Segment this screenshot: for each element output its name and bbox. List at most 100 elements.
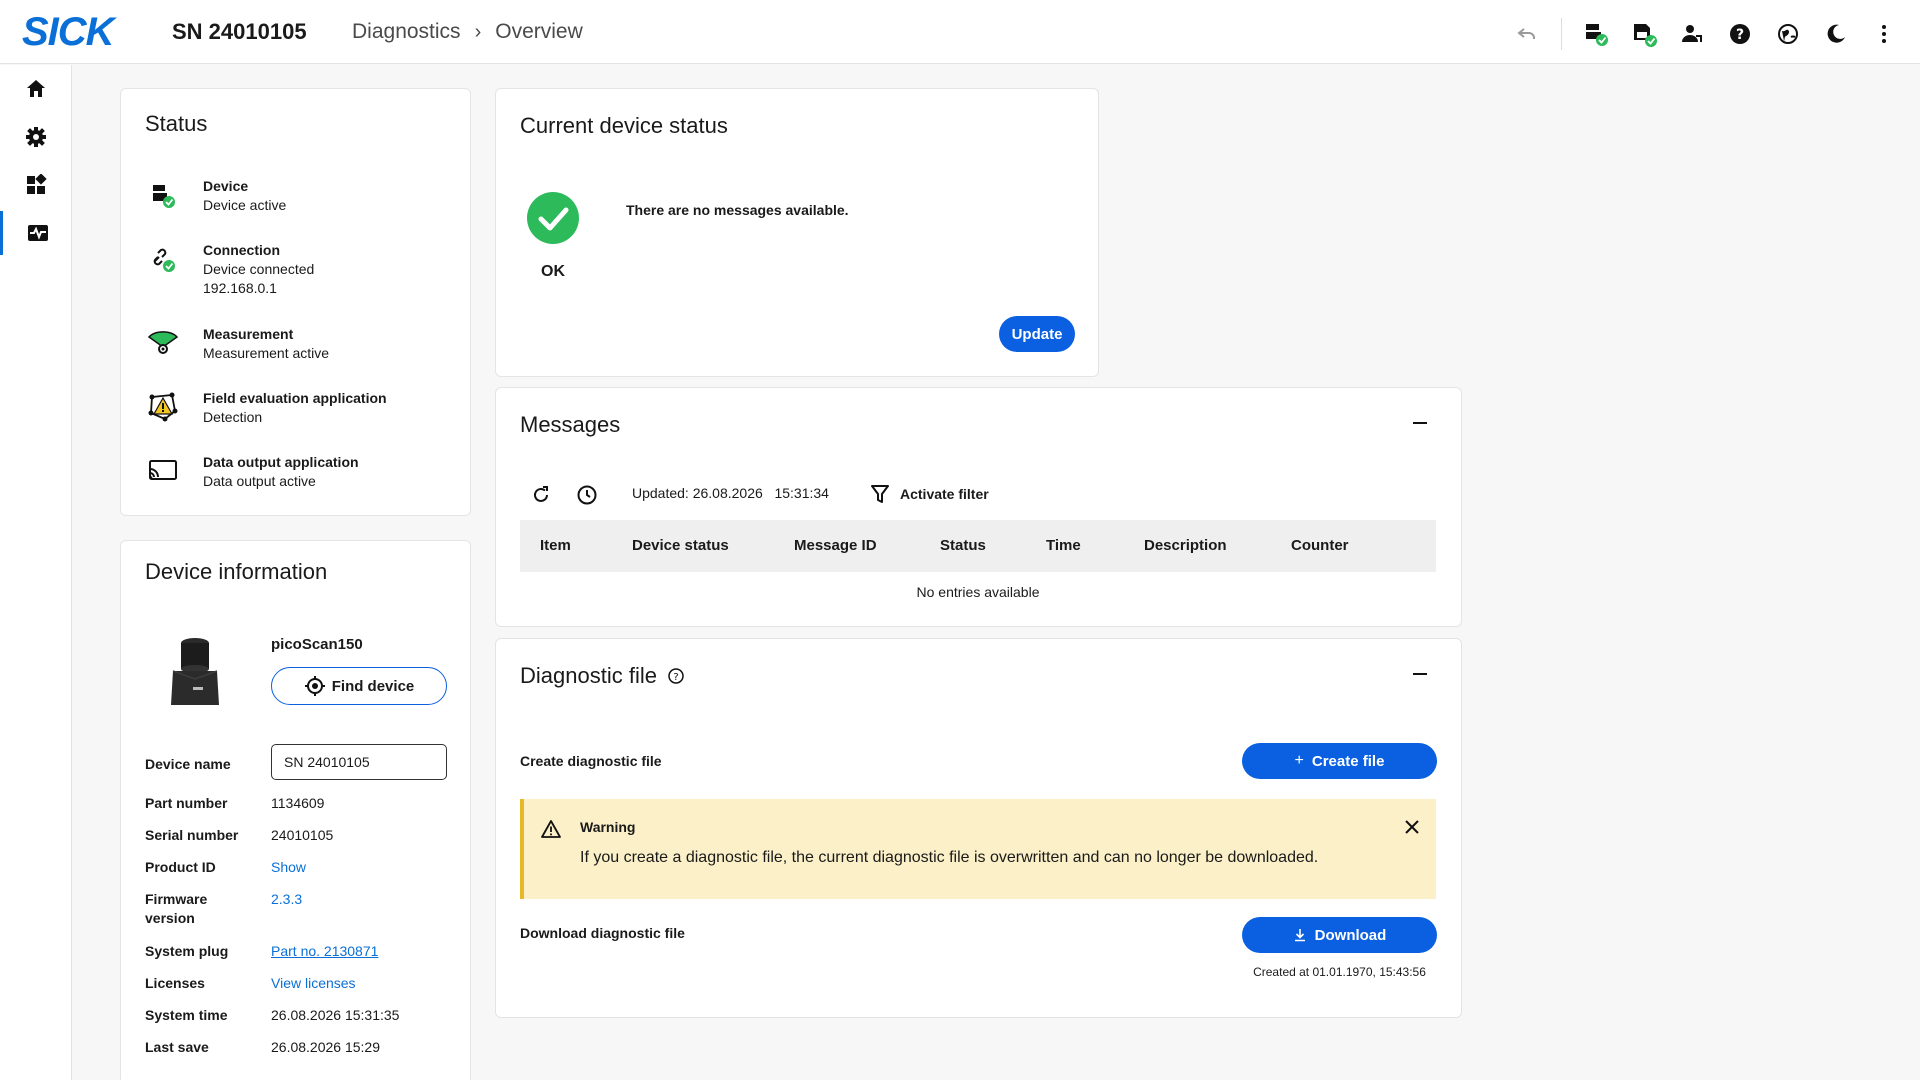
- warning-text: If you create a diagnostic file, the cur…: [580, 849, 1319, 866]
- collapse-diagnostic-file-icon[interactable]: [1413, 673, 1427, 675]
- device-serial-title: SN 24010105: [172, 19, 307, 44]
- filter-icon: [871, 485, 889, 503]
- last-save-value: 26.08.2026 15:29: [271, 1039, 380, 1055]
- serial-number-label: Serial number: [145, 827, 239, 843]
- diagnostics-icon: [27, 225, 48, 241]
- help-icon[interactable]: ?: [1726, 20, 1754, 48]
- device-name-label: Device name: [145, 756, 231, 772]
- status-device: Device Device active: [145, 177, 286, 215]
- current-status-card: Current device status OK There are no me…: [495, 88, 1099, 377]
- current-status-title: Current device status: [520, 113, 728, 138]
- status-data-output: Data output application Data output acti…: [145, 453, 359, 491]
- status-field-evaluation-line: Detection: [203, 409, 263, 425]
- locate-icon: [304, 676, 325, 696]
- plus-icon: +: [1294, 752, 1304, 769]
- status-measurement-line: Measurement active: [203, 345, 330, 361]
- status-data-output-title: Data output application: [203, 454, 359, 470]
- sidebar-item-apps[interactable]: [0, 163, 72, 207]
- close-icon[interactable]: [1402, 817, 1422, 837]
- view-licenses-link[interactable]: View licenses: [271, 974, 356, 993]
- diagnostic-file-card: Diagnostic file ? Create diagnostic file…: [495, 638, 1462, 1018]
- clock-icon[interactable]: [576, 484, 598, 506]
- chevron-right-icon: ›: [474, 20, 482, 43]
- device-name-input[interactable]: [271, 744, 447, 780]
- status-measurement: Measurement Measurement active: [145, 325, 329, 363]
- part-number-value: 1134609: [271, 795, 325, 811]
- licenses-label: Licenses: [145, 975, 205, 991]
- device-icon: [145, 177, 181, 213]
- update-button-label: Update: [1011, 325, 1063, 343]
- create-diagnostic-file-label: Create diagnostic file: [520, 753, 662, 769]
- collapse-messages-icon[interactable]: [1413, 422, 1427, 424]
- help-circle-icon[interactable]: ?: [667, 667, 685, 685]
- sidebar-item-home[interactable]: [0, 67, 72, 111]
- product-id-label: Product ID: [145, 859, 216, 875]
- download-label: Download: [1314, 926, 1387, 944]
- breadcrumb-diagnostics[interactable]: Diagnostics: [352, 20, 461, 44]
- create-file-button[interactable]: + Create file: [1242, 743, 1437, 779]
- svg-text:?: ?: [673, 672, 678, 683]
- col-status[interactable]: Status: [940, 537, 986, 554]
- more-vertical-icon[interactable]: [1870, 20, 1898, 48]
- create-file-label: Create file: [1311, 752, 1385, 770]
- app-header: SICK SN 24010105 Diagnostics › Overview …: [0, 0, 1920, 64]
- part-number-label: Part number: [145, 795, 228, 811]
- sidebar-item-diagnostics[interactable]: [0, 211, 72, 255]
- device-info-card: Device information picoScan150 Find devi…: [120, 540, 471, 1080]
- col-counter[interactable]: Counter: [1291, 537, 1349, 554]
- diagnostic-file-header: Diagnostic file ?: [520, 663, 685, 689]
- dark-mode-icon[interactable]: [1822, 20, 1850, 48]
- col-message-id[interactable]: Message ID: [794, 537, 877, 554]
- sidebar: [0, 65, 72, 1080]
- created-at-text: Created at 01.01.1970, 15:43:56: [1253, 965, 1426, 979]
- device-info-title: Device information: [145, 559, 328, 584]
- serial-number-value: 24010105: [271, 827, 334, 843]
- device-status-icon[interactable]: [1582, 20, 1610, 48]
- download-button[interactable]: Download: [1242, 917, 1437, 953]
- col-time[interactable]: Time: [1046, 537, 1081, 554]
- breadcrumb: Diagnostics › Overview: [352, 20, 583, 44]
- sick-logo[interactable]: SICK: [22, 10, 115, 55]
- status-device-title: Device: [203, 178, 249, 194]
- col-description[interactable]: Description: [1144, 537, 1227, 554]
- ok-check-icon: [526, 191, 580, 245]
- breadcrumb-overview: Overview: [495, 20, 583, 43]
- messages-empty-text: No entries available: [916, 584, 1040, 600]
- status-measurement-title: Measurement: [203, 326, 294, 342]
- activate-filter-button[interactable]: Activate filter: [870, 483, 989, 505]
- activate-filter-label: Activate filter: [900, 486, 989, 502]
- status-connection-ip: 192.168.0.1: [203, 280, 277, 296]
- warning-title: Warning: [580, 819, 636, 835]
- col-item[interactable]: Item: [540, 537, 571, 554]
- col-device-status[interactable]: Device status: [632, 537, 729, 554]
- status-data-output-line: Data output active: [203, 473, 316, 489]
- svg-text:?: ?: [1736, 27, 1744, 43]
- status-connection: Connection Device connected 192.168.0.1: [145, 241, 314, 298]
- messages-table-header: Item Device status Message ID Status Tim…: [520, 520, 1436, 572]
- system-plug-link[interactable]: Part no. 2130871: [271, 942, 378, 961]
- globe-icon[interactable]: [1774, 20, 1802, 48]
- warning-banner: Warning If you create a diagnostic file,…: [520, 799, 1436, 899]
- sidebar-item-settings[interactable]: [0, 115, 72, 159]
- device-image: [165, 633, 225, 713]
- download-diagnostic-file-label: Download diagnostic file: [520, 925, 685, 941]
- product-id-show-link[interactable]: Show: [271, 858, 306, 877]
- field-evaluation-icon: [145, 389, 181, 425]
- find-device-button[interactable]: Find device: [271, 667, 447, 705]
- update-button[interactable]: Update: [999, 316, 1075, 352]
- home-icon: [27, 80, 45, 97]
- firmware-version-label: Firmware version: [145, 891, 208, 926]
- messages-updated-text: Updated: 26.08.2026 15:31:34: [632, 485, 829, 501]
- system-time-value: 26.08.2026 15:31:35: [271, 1007, 400, 1023]
- ok-state-text: OK: [541, 263, 565, 280]
- status-card-title: Status: [145, 111, 208, 136]
- header-divider: [1561, 18, 1562, 50]
- refresh-icon[interactable]: [530, 484, 552, 506]
- user-icon[interactable]: [1678, 20, 1706, 48]
- status-field-evaluation: Field evaluation application Detection: [145, 389, 387, 427]
- firmware-version-link[interactable]: 2.3.3: [271, 890, 302, 909]
- undo-icon[interactable]: [1513, 20, 1541, 48]
- system-time-label: System time: [145, 1007, 228, 1023]
- status-connection-line-1: Device connected: [203, 261, 315, 277]
- save-status-icon[interactable]: [1630, 20, 1658, 48]
